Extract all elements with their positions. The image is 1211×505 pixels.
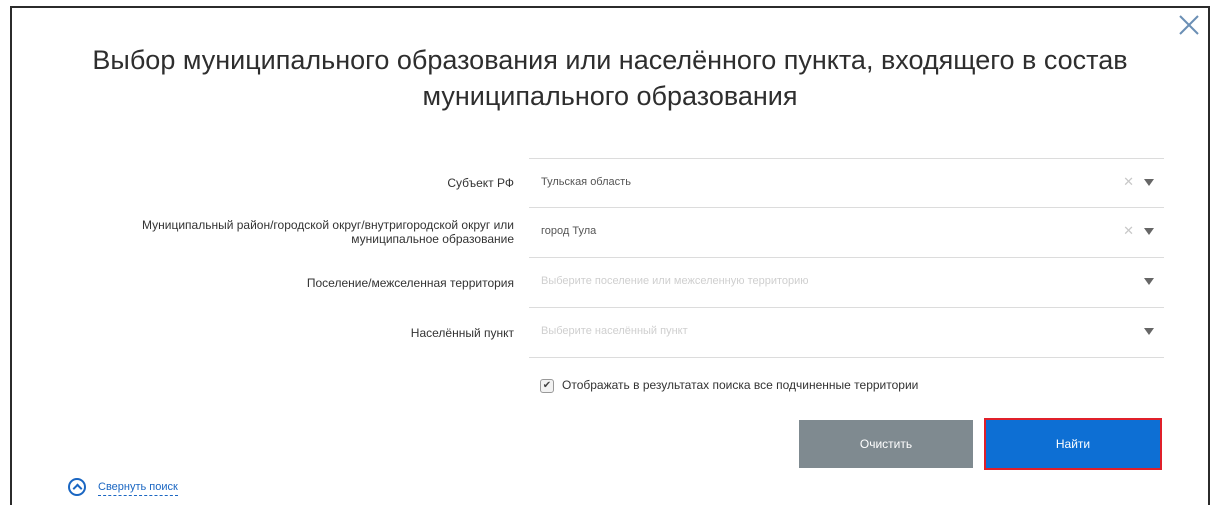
clear-icon[interactable]: ✕ (1123, 174, 1134, 190)
chevron-down-icon[interactable] (1144, 278, 1154, 285)
settlement-label: Поселение/межселенная территория (306, 276, 514, 290)
district-select[interactable]: город Тула ✕ (529, 208, 1164, 258)
close-icon[interactable] (1176, 12, 1202, 38)
subject-select[interactable]: Тульская область ✕ (529, 158, 1164, 208)
subject-value: Тульская область (541, 176, 631, 188)
district-label: Муниципальный район/городской округ/внут… (141, 218, 514, 246)
clear-button[interactable]: Очистить (799, 420, 973, 468)
settlement-placeholder: Выберите поселение или межселенную терри… (541, 275, 809, 287)
locality-row: Населённый пункт Выберите населённый пун… (12, 308, 1172, 358)
locality-label: Населённый пункт (410, 326, 514, 340)
close-button[interactable] (1176, 12, 1202, 38)
collapse-search-label[interactable]: Свернуть поиск (98, 481, 178, 496)
show-subordinate-label: Отображать в результатах поиска все подч… (562, 378, 919, 392)
locality-placeholder: Выберите населённый пункт (541, 325, 688, 337)
subject-row: Субъект РФ Тульская область ✕ (12, 158, 1172, 208)
locality-select[interactable]: Выберите населённый пункт (529, 308, 1164, 358)
dialog-title: Выбор муниципального образования или нас… (92, 45, 1128, 111)
chevron-down-icon[interactable] (1144, 179, 1154, 186)
chevron-down-icon[interactable] (1144, 328, 1154, 335)
settlement-select[interactable]: Выберите поселение или межселенную терри… (529, 258, 1164, 308)
clear-icon[interactable]: ✕ (1123, 223, 1134, 239)
chevron-down-icon[interactable] (1144, 228, 1154, 235)
district-row: Муниципальный район/городской округ/внут… (12, 208, 1172, 258)
dialog: Выбор муниципального образования или нас… (10, 6, 1210, 505)
chevron-up-circle-icon[interactable] (68, 478, 86, 496)
settlement-row: Поселение/межселенная территория Выберит… (12, 258, 1172, 308)
find-button[interactable]: Найти (986, 420, 1160, 468)
subject-label: Субъект РФ (447, 176, 514, 190)
show-subordinate-checkbox[interactable]: ✔ (540, 379, 554, 393)
district-value: город Тула (541, 225, 597, 237)
